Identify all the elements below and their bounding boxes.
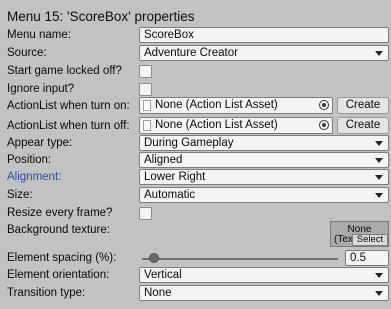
- source-label: Source:: [7, 47, 47, 59]
- document-icon: [143, 120, 151, 131]
- background-texture-field[interactable]: None (Texture 2D) Select: [330, 221, 389, 247]
- chevron-down-icon: [375, 141, 383, 146]
- position-dropdown[interactable]: Aligned: [139, 152, 389, 168]
- alignment-value: Lower Right: [144, 171, 206, 183]
- slider-handle[interactable]: [148, 253, 159, 263]
- start-locked-checkbox[interactable]: [139, 65, 152, 78]
- chevron-down-icon: [375, 51, 383, 56]
- size-row: Size: Automatic: [0, 187, 391, 205]
- position-row: Position: Aligned: [0, 152, 391, 170]
- start-locked-label: Start game locked off?: [7, 65, 122, 77]
- document-icon: [143, 100, 151, 111]
- panel-title: Menu 15: 'ScoreBox' properties: [7, 9, 195, 24]
- element-spacing-label: Element spacing (%):: [7, 252, 117, 264]
- element-spacing-input[interactable]: 0.5: [345, 250, 389, 266]
- alignment-dropdown[interactable]: Lower Right: [139, 169, 389, 185]
- appear-type-dropdown[interactable]: During Gameplay: [139, 135, 389, 151]
- size-value: Automatic: [144, 189, 196, 201]
- transition-type-dropdown[interactable]: None: [139, 285, 389, 301]
- resize-every-frame-checkbox[interactable]: [139, 207, 152, 220]
- actionlist-off-row: ActionList when turn off: None (Action L…: [0, 117, 391, 135]
- chevron-down-icon: [375, 175, 383, 180]
- element-spacing-value: 0.5: [350, 252, 366, 264]
- actionlist-off-field[interactable]: None (Action List Asset): [139, 117, 333, 134]
- source-row: Source: Adventure Creator: [0, 45, 391, 63]
- position-label: Position:: [7, 154, 52, 166]
- appear-type-label: Appear type:: [7, 137, 73, 149]
- menu-name-row: Menu name: ScoreBox: [0, 27, 391, 45]
- alignment-row: Alignment: Lower Right: [0, 169, 391, 187]
- texture-select-button[interactable]: Select: [352, 234, 388, 246]
- object-picker-icon[interactable]: [319, 100, 329, 110]
- object-picker-icon[interactable]: [319, 120, 329, 130]
- actionlist-off-create-button[interactable]: Create: [337, 117, 389, 134]
- chevron-down-icon: [375, 273, 383, 278]
- appear-type-value: During Gameplay: [144, 137, 234, 149]
- menu-name-value: ScoreBox: [144, 29, 194, 41]
- background-texture-label: Background texture:: [7, 224, 110, 236]
- element-spacing-row: Element spacing (%): 0.5: [0, 250, 391, 268]
- transition-type-row: Transition type: None: [0, 285, 391, 303]
- element-orientation-row: Element orientation: Vertical: [0, 267, 391, 285]
- resize-every-frame-label: Resize every frame?: [7, 207, 113, 219]
- element-spacing-slider[interactable]: [142, 258, 338, 260]
- actionlist-on-label: ActionList when turn on:: [7, 100, 130, 112]
- transition-type-label: Transition type:: [7, 287, 86, 299]
- actionlist-off-value: None (Action List Asset): [155, 119, 278, 131]
- chevron-down-icon: [375, 158, 383, 163]
- actionlist-on-create-button[interactable]: Create: [337, 97, 389, 114]
- source-dropdown[interactable]: Adventure Creator: [139, 45, 389, 61]
- size-dropdown[interactable]: Automatic: [139, 187, 389, 203]
- ignore-input-checkbox[interactable]: [139, 83, 152, 96]
- actionlist-off-label: ActionList when turn off:: [7, 120, 130, 132]
- actionlist-on-row: ActionList when turn on: None (Action Li…: [0, 97, 391, 115]
- source-value: Adventure Creator: [144, 47, 238, 59]
- actionlist-on-value: None (Action List Asset): [155, 99, 278, 111]
- alignment-label: Alignment:: [7, 171, 62, 183]
- actionlist-on-field[interactable]: None (Action List Asset): [139, 97, 333, 114]
- ignore-input-label: Ignore input?: [7, 83, 75, 95]
- element-orientation-label: Element orientation:: [7, 269, 110, 281]
- chevron-down-icon: [375, 193, 383, 198]
- appear-type-row: Appear type: During Gameplay: [0, 135, 391, 153]
- position-value: Aligned: [144, 154, 183, 166]
- menu-name-input[interactable]: ScoreBox: [139, 27, 389, 43]
- size-label: Size:: [7, 189, 33, 201]
- start-locked-row: Start game locked off?: [0, 63, 391, 81]
- menu-name-label: Menu name:: [7, 29, 71, 41]
- chevron-down-icon: [375, 291, 383, 296]
- element-orientation-dropdown[interactable]: Vertical: [139, 267, 389, 283]
- transition-type-value: None: [144, 287, 172, 299]
- element-orientation-value: Vertical: [144, 269, 182, 281]
